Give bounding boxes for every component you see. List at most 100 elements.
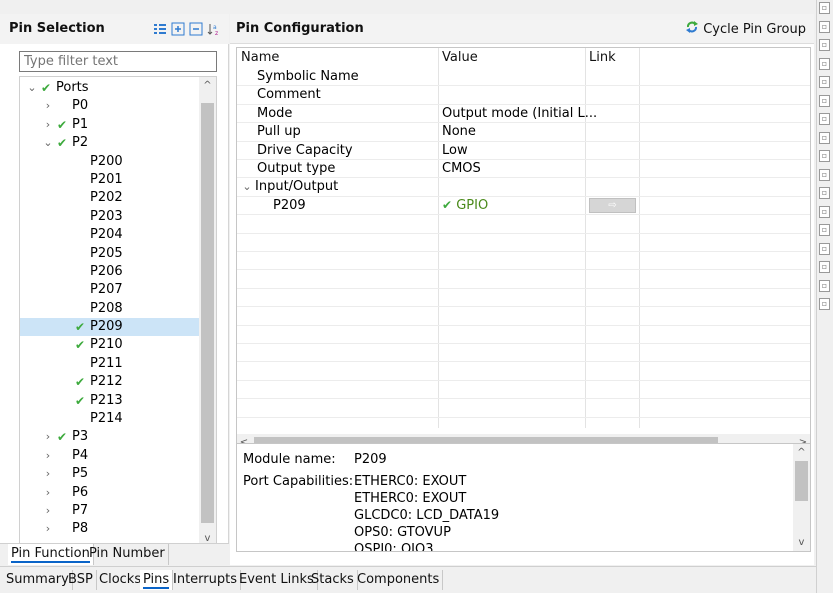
tree-item-p200[interactable]: P200	[20, 153, 200, 171]
tree-scrollbar[interactable]: ^ v	[199, 77, 216, 547]
chevron-down-icon[interactable]: ⌄	[241, 178, 253, 195]
chevron-right-icon[interactable]: ›	[42, 428, 54, 446]
tree-item-label: P206	[90, 263, 123, 279]
view-icon[interactable]: ▫	[819, 205, 830, 218]
tab-pin-number[interactable]: Pin Number	[86, 544, 169, 565]
config-row[interactable]: Mode Output mode (Initial L...	[237, 105, 810, 124]
tree-item-p207[interactable]: P207	[20, 281, 200, 299]
scroll-up-icon[interactable]: ^	[793, 444, 810, 461]
tab-summary[interactable]: Summary	[3, 570, 73, 590]
tree-item-p212[interactable]: ✔ P212	[20, 373, 200, 391]
cycle-icon	[685, 20, 699, 38]
chevron-right-icon[interactable]: ›	[42, 447, 54, 465]
tree-item-p214[interactable]: P214	[20, 410, 200, 428]
tree-item-p201[interactable]: P201	[20, 171, 200, 189]
collapse-all-icon[interactable]	[189, 22, 203, 36]
pin-configuration-panel: Pin Configuration Cycle Pin Group Name V…	[230, 14, 814, 565]
tree-item-ports[interactable]: ⌄ ✔ Ports	[20, 79, 200, 97]
column-link[interactable]: Link	[585, 48, 616, 68]
view-icon[interactable]: ▫	[819, 131, 830, 144]
cycle-pin-group-label: Cycle Pin Group	[703, 21, 806, 37]
scroll-down-icon[interactable]: v	[793, 534, 810, 551]
config-row[interactable]: ⌄ Input/Output	[237, 178, 810, 197]
view-icon[interactable]: ▫	[819, 150, 830, 162]
config-row[interactable]: Pull up None	[237, 123, 810, 142]
view-icon[interactable]: ▫	[819, 76, 830, 88]
view-icon[interactable]: ▫	[819, 113, 830, 125]
tree-item-p213[interactable]: ✔ P213	[20, 392, 200, 410]
view-icon[interactable]: ▫	[819, 187, 830, 199]
tree-item-p2[interactable]: ⌄ ✔ P2	[20, 134, 200, 152]
tab-components[interactable]: Components	[354, 570, 444, 590]
expand-all-icon[interactable]	[171, 22, 185, 36]
tree-item-p203[interactable]: P203	[20, 208, 200, 226]
tree-item-p3[interactable]: › ✔ P3	[20, 428, 200, 446]
config-row-value[interactable]: CMOS	[442, 160, 481, 177]
module-scrollbar[interactable]: ^ v	[793, 444, 810, 551]
tree-scroll-thumb[interactable]	[201, 103, 214, 523]
tree-item-p211[interactable]: P211	[20, 355, 200, 373]
view-icon[interactable]: ▫	[819, 20, 830, 33]
column-name[interactable]: Name	[237, 48, 279, 68]
tab-stacks[interactable]: Stacks	[308, 570, 358, 590]
sort-az-icon[interactable]: az	[207, 22, 221, 37]
config-row-value[interactable]: Low	[442, 142, 468, 159]
link-arrow-button[interactable]: ⇨	[589, 197, 636, 213]
tree-item-p204[interactable]: P204	[20, 226, 200, 244]
config-row[interactable]: Symbolic Name	[237, 68, 810, 87]
tree-item-p210[interactable]: ✔ P210	[20, 336, 200, 354]
view-icon[interactable]: ▫	[819, 261, 830, 273]
tab-bsp[interactable]: BSP	[65, 570, 97, 590]
config-row[interactable]: Comment	[237, 86, 810, 105]
chevron-right-icon[interactable]: ›	[42, 97, 54, 115]
tab-event-links[interactable]: Event Links	[236, 570, 318, 590]
tab-clocks[interactable]: Clocks	[96, 570, 146, 590]
view-icon[interactable]: ▫	[819, 242, 830, 255]
chevron-right-icon[interactable]: ›	[42, 116, 54, 134]
chevron-right-icon[interactable]: ›	[42, 502, 54, 520]
config-row-value[interactable]: ✔ GPIO	[442, 197, 488, 214]
tree-item-label: P212	[90, 374, 123, 390]
tree-item-p1[interactable]: › ✔ P1	[20, 116, 200, 134]
view-icon[interactable]: ▫	[819, 2, 830, 14]
chevron-right-icon[interactable]: ›	[42, 484, 54, 502]
tree-item-p8[interactable]: › P8	[20, 520, 200, 538]
view-icon[interactable]: ▫	[819, 39, 830, 51]
chevron-down-icon[interactable]: ⌄	[26, 79, 38, 97]
view-icon[interactable]: ▫	[819, 224, 830, 236]
tree-item-p208[interactable]: P208	[20, 300, 200, 318]
chevron-right-icon[interactable]: ›	[42, 465, 54, 483]
scroll-up-icon[interactable]: ^	[199, 77, 216, 94]
column-value[interactable]: Value	[438, 48, 478, 68]
tree-item-p5[interactable]: › P5	[20, 465, 200, 483]
tab-pin-function[interactable]: Pin Function	[8, 544, 94, 565]
tab-interrupts[interactable]: Interrupts	[170, 570, 241, 590]
config-row-value[interactable]: None	[442, 123, 476, 140]
tree-item-p6[interactable]: › P6	[20, 484, 200, 502]
cycle-pin-group-button[interactable]: Cycle Pin Group	[685, 20, 806, 38]
tree-item-p4[interactable]: › P4	[20, 447, 200, 465]
view-icon[interactable]: ▫	[819, 168, 830, 181]
filter-input[interactable]	[20, 52, 216, 71]
tree-item-p209[interactable]: ✔ P209	[20, 318, 200, 337]
module-scroll-thumb[interactable]	[795, 461, 808, 501]
tree-item-p202[interactable]: P202	[20, 189, 200, 207]
tree-item-p0[interactable]: › P0	[20, 97, 200, 115]
chevron-down-icon[interactable]: ⌄	[42, 134, 54, 152]
view-icon[interactable]: ▫	[819, 298, 830, 310]
config-row[interactable]: Drive Capacity Low	[237, 142, 810, 160]
config-row-value[interactable]: Output mode (Initial L...	[442, 105, 597, 122]
list-icon[interactable]	[153, 22, 167, 36]
config-row[interactable]: Output type CMOS	[237, 160, 810, 179]
view-icon[interactable]: ▫	[819, 57, 830, 70]
filter-field[interactable]	[19, 51, 217, 72]
view-icon[interactable]: ▫	[819, 279, 830, 292]
tree-item-label: P3	[72, 429, 89, 445]
chevron-right-icon[interactable]: ›	[42, 520, 54, 538]
config-row[interactable]: P209 ✔ GPIO ⇨	[237, 197, 810, 216]
tab-pins[interactable]: Pins	[140, 570, 174, 590]
view-icon[interactable]: ▫	[819, 94, 830, 107]
tree-item-p205[interactable]: P205	[20, 245, 200, 263]
tree-item-p206[interactable]: P206	[20, 263, 200, 281]
tree-item-p7[interactable]: › P7	[20, 502, 200, 520]
